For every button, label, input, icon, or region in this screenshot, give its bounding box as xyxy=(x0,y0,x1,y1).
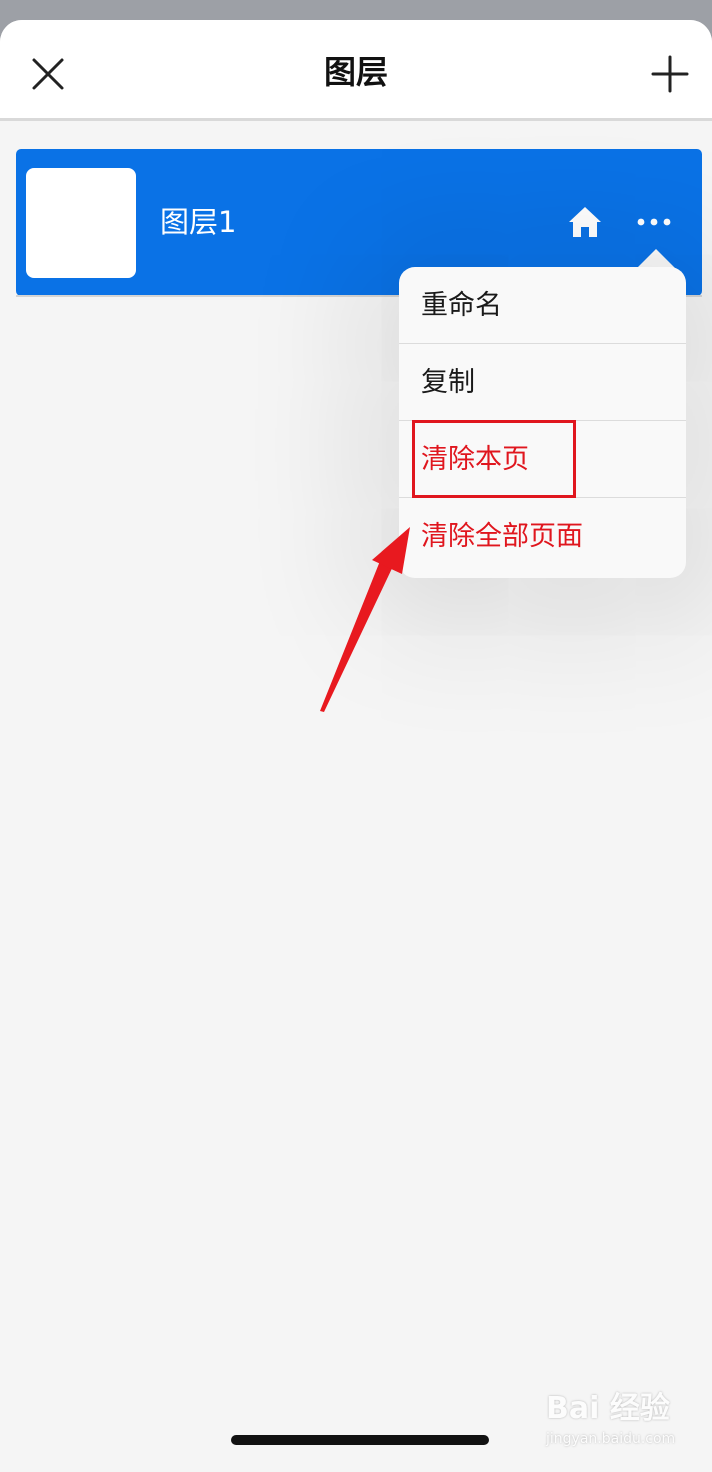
watermark-brand: Bai 经验 xyxy=(546,1391,670,1426)
page-title: 图层 xyxy=(323,53,388,91)
watermark-url: jingyan.baidu.com xyxy=(546,1431,676,1447)
layers-sheet: 图层 图层1 重命名 复制 清除本页 清除全部页面 Bai 经验 jingyan… xyxy=(0,20,712,1472)
watermark: Bai 经验 jingyan.baidu.com xyxy=(546,1390,706,1460)
annotation-highlight-box xyxy=(412,420,576,498)
annotation-arrow xyxy=(320,527,410,712)
menu-pointer xyxy=(636,249,676,269)
menu-item-rename[interactable]: 重命名 xyxy=(399,267,686,344)
add-layer-button[interactable] xyxy=(644,48,696,100)
more-dots-icon[interactable] xyxy=(634,207,674,237)
home-icon[interactable] xyxy=(566,203,604,241)
layer-name: 图层1 xyxy=(160,205,237,239)
header-bar: 图层 xyxy=(0,20,712,121)
menu-item-clear-all-pages[interactable]: 清除全部页面 xyxy=(399,498,686,575)
layer-thumbnail xyxy=(26,168,136,278)
menu-item-copy[interactable]: 复制 xyxy=(399,344,686,421)
home-indicator[interactable] xyxy=(231,1435,489,1445)
plus-icon xyxy=(651,55,689,93)
